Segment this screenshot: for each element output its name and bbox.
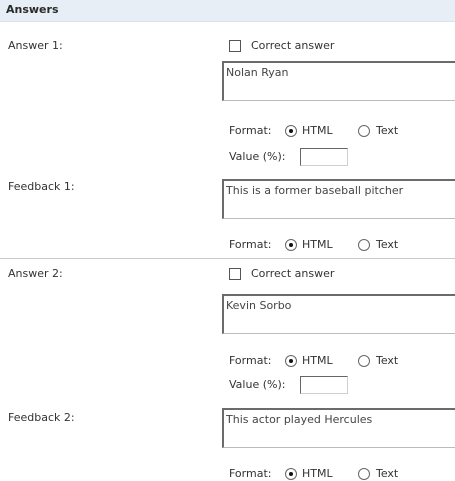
feedback-2-format-html-radio[interactable]: [285, 468, 297, 480]
text-option-label: Text: [376, 238, 399, 251]
answer-divider: [0, 258, 455, 259]
feedback-2-format-text-radio[interactable]: [358, 468, 370, 480]
answer-2-format-html-radio[interactable]: [285, 355, 297, 367]
section-title: Answers: [6, 3, 59, 16]
correct-answer-1-checkbox[interactable]: [229, 40, 241, 52]
answer-2-value-input[interactable]: [300, 376, 348, 394]
format-label: Format:: [229, 354, 272, 367]
text-option-label: Text: [376, 124, 399, 137]
answers-section-header: Answers: [0, 0, 455, 22]
answer-1-format-text-radio[interactable]: [358, 125, 370, 137]
html-option-label: HTML: [302, 238, 333, 251]
correct-answer-2-label: Correct answer: [251, 267, 335, 280]
value-percent-label: Value (%):: [229, 378, 286, 391]
answer-1-textarea[interactable]: Nolan Ryan: [222, 61, 455, 101]
correct-answer-2-checkbox[interactable]: [229, 268, 241, 280]
format-label: Format:: [229, 124, 272, 137]
feedback-2-textarea[interactable]: This actor played Hercules: [222, 408, 455, 448]
format-label: Format:: [229, 238, 272, 251]
answer-1-format-html-radio[interactable]: [285, 125, 297, 137]
feedback-1-label: Feedback 1:: [8, 180, 75, 193]
html-option-label: HTML: [302, 354, 333, 367]
feedback-2-format: Format: HTML Text: [229, 467, 429, 481]
format-label: Format:: [229, 467, 272, 480]
feedback-1-format-text-radio[interactable]: [358, 239, 370, 251]
feedback-2-label: Feedback 2:: [8, 411, 75, 424]
value-percent-label: Value (%):: [229, 150, 286, 163]
html-option-label: HTML: [302, 124, 333, 137]
answer-2-label: Answer 2:: [8, 267, 63, 280]
correct-answer-1-label: Correct answer: [251, 39, 335, 52]
answer-2-textarea[interactable]: Kevin Sorbo: [222, 294, 455, 334]
feedback-1-format-html-radio[interactable]: [285, 239, 297, 251]
answer-2-format-text-radio[interactable]: [358, 355, 370, 367]
feedback-1-format: Format: HTML Text: [229, 238, 429, 252]
answer-1-format: Format: HTML Text: [229, 124, 429, 138]
feedback-1-textarea[interactable]: This is a former baseball pitcher: [222, 179, 455, 219]
html-option-label: HTML: [302, 467, 333, 480]
text-option-label: Text: [376, 467, 399, 480]
answer-1-value-row: Value (%):: [229, 148, 359, 166]
answer-1-value-input[interactable]: [300, 148, 348, 166]
answer-2-value-row: Value (%):: [229, 376, 359, 394]
answer-2-format: Format: HTML Text: [229, 354, 429, 368]
answer-1-label: Answer 1:: [8, 39, 63, 52]
text-option-label: Text: [376, 354, 399, 367]
